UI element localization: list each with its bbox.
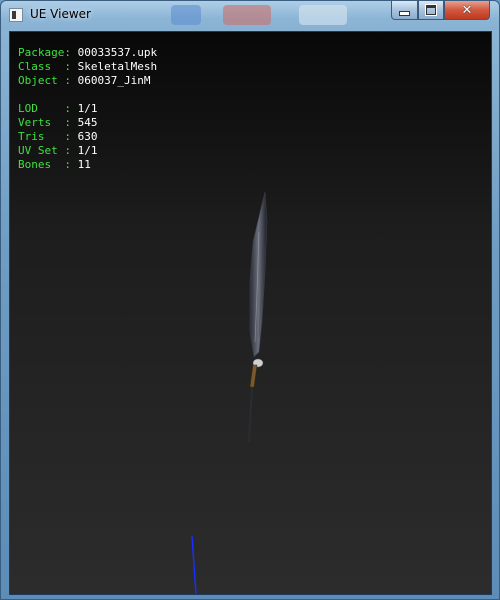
window-app-icon[interactable]	[9, 8, 23, 22]
maximize-button[interactable]	[418, 1, 444, 20]
maximize-icon	[425, 4, 437, 16]
weapon-handle	[249, 364, 258, 388]
weapon-tail	[248, 387, 253, 442]
close-icon: ✕	[461, 2, 473, 18]
minimize-button[interactable]	[391, 1, 418, 20]
mesh-render	[191, 191, 268, 594]
background-blur	[223, 5, 271, 25]
window-title: UE Viewer	[30, 7, 91, 21]
ue-viewer-window: UE Viewer ✕ Package: 00033537.upk Class …	[0, 0, 500, 600]
axis-line	[191, 535, 197, 594]
close-button[interactable]: ✕	[444, 1, 490, 20]
background-blur	[299, 5, 347, 25]
title-bar[interactable]: UE Viewer ✕	[1, 1, 499, 30]
weapon-blade	[249, 191, 268, 358]
background-blur	[171, 5, 201, 25]
minimize-icon	[399, 10, 410, 16]
3d-viewport[interactable]: Package: 00033537.upk Class : SkeletalMe…	[9, 31, 492, 595]
